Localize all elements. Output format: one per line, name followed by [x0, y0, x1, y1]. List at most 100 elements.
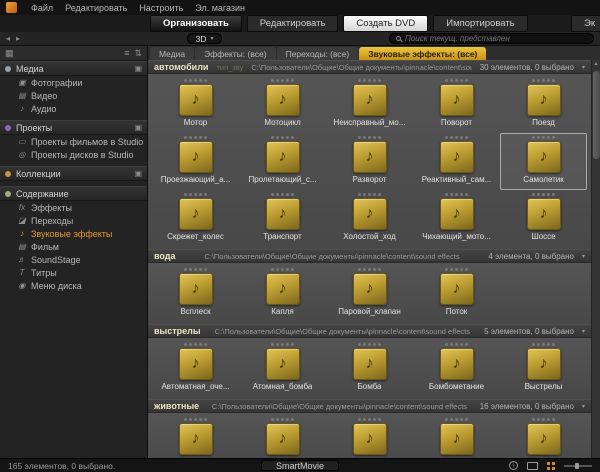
3d-mode-button[interactable]: 3D ▾	[187, 33, 223, 44]
rating-stars	[445, 79, 468, 82]
sidebar-item[interactable]: TТитры	[0, 266, 147, 279]
sound-effect-tile[interactable]: ♪Проезжающий_а...	[152, 133, 239, 190]
sound-effect-tile[interactable]: ♪Поворот	[413, 76, 500, 133]
sound-effect-tile[interactable]: ♪Автоматная_оче...	[152, 340, 239, 397]
star-icon	[532, 418, 535, 421]
library-tab[interactable]: Медиа	[150, 47, 194, 60]
back-arrow-icon[interactable]: ◂	[6, 35, 10, 43]
sound-effect-tile[interactable]: ♪	[152, 415, 239, 458]
chevron-down-icon: ▾	[210, 35, 213, 42]
collapse-arrow-icon[interactable]: ▾	[582, 253, 585, 260]
sound-effect-tile[interactable]: ♪Разворот	[326, 133, 413, 190]
sidebar-item[interactable]: ◎Проекты дисков в Studio	[0, 148, 147, 161]
sound-effect-tile[interactable]: ♪Паровой_клапан	[326, 265, 413, 322]
sidebar-item[interactable]: ♪Аудио	[0, 102, 147, 115]
search-box[interactable]	[389, 33, 594, 44]
sound-effect-tile[interactable]: ♪Мотоцикл	[239, 76, 326, 133]
sort-icon[interactable]: ⇅	[134, 48, 142, 59]
menu-item[interactable]: Эл. магазин	[189, 3, 251, 13]
library-groups: автомобилитип_звуC:\Пользователи\Общие\О…	[148, 60, 591, 458]
star-icon	[358, 268, 361, 271]
main-mode-tab[interactable]: Создать DVD	[343, 15, 428, 32]
sound-effect-tile[interactable]: ♪Транспорт	[239, 190, 326, 247]
star-icon	[373, 418, 376, 421]
audio-icon: ♪	[17, 104, 27, 113]
scroll-up-icon[interactable]: ▲	[592, 60, 600, 69]
sound-effect-tile[interactable]: ♪Неисправный_мо...	[326, 76, 413, 133]
sound-effect-tile[interactable]: ♪Капля	[239, 265, 326, 322]
sound-effect-tile[interactable]: ♪Холостой_ход	[326, 190, 413, 247]
smartmovie-button[interactable]: SmartMovie	[261, 460, 339, 471]
rating-stars	[184, 418, 207, 421]
sound-effect-tile[interactable]: ♪	[326, 415, 413, 458]
forward-arrow-icon[interactable]: ▸	[16, 35, 20, 43]
sound-effect-tile[interactable]: ♪Мотор	[152, 76, 239, 133]
sound-effect-tile[interactable]: ♪Поезд	[500, 76, 587, 133]
grid-view-icon[interactable]	[547, 462, 550, 465]
sound-effect-tile[interactable]: ♪Бомба	[326, 340, 413, 397]
library-tab[interactable]: Звуковые эффекты: (все)	[359, 47, 486, 60]
main-mode-tab[interactable]: Импортировать	[433, 15, 527, 32]
menu-item[interactable]: Настроить	[133, 3, 189, 13]
search-input[interactable]	[405, 34, 587, 43]
star-icon	[547, 136, 550, 139]
tree-section-header[interactable]: Коллекции▣	[0, 166, 147, 181]
group-header[interactable]: водаC:\Пользователи\Общие\Общие документ…	[148, 249, 591, 263]
sidebar-item[interactable]: fxЭффекты	[0, 201, 147, 214]
sidebar-item[interactable]: ▣Фотографии	[0, 76, 147, 89]
tree-section-header[interactable]: Медиа▣	[0, 61, 147, 76]
info-icon[interactable]: i	[509, 461, 518, 470]
sound-effect-tile[interactable]: ♪Самолетик	[500, 133, 587, 190]
sound-effect-tile[interactable]: ♪	[413, 415, 500, 458]
main-mode-tab[interactable]: Эк	[571, 15, 600, 32]
rating-stars	[271, 418, 294, 421]
audio-clip-icon: ♪	[440, 348, 474, 380]
transitions-icon: ◪	[17, 216, 27, 225]
sound-effect-tile[interactable]: ♪Выстрелы	[500, 340, 587, 397]
sound-effect-tile[interactable]: ♪Скрежет_колес	[152, 190, 239, 247]
sidebar-item[interactable]: ◉Меню диска	[0, 279, 147, 292]
sound-effect-tile[interactable]: ♪Атомная_бомба	[239, 340, 326, 397]
main-mode-tab[interactable]: Редактировать	[247, 15, 339, 32]
tree-section-header[interactable]: Проекты▣	[0, 120, 147, 135]
collapse-arrow-icon[interactable]: ▾	[582, 328, 585, 335]
sound-effect-tile[interactable]: ♪Всплеск	[152, 265, 239, 322]
group-header[interactable]: выстрелыC:\Пользователи\Общие\Общие доку…	[148, 324, 591, 338]
group-title: автомобили	[154, 62, 208, 72]
sidebar-item[interactable]: ▭Проекты фильмов в Studio	[0, 135, 147, 148]
view-mode-icon[interactable]: ▦	[5, 48, 14, 59]
status-count-label: 165 элементов, 0 выбрано.	[8, 461, 115, 471]
star-icon	[445, 136, 448, 139]
library-tab[interactable]: Эффекты: (все)	[195, 47, 275, 60]
rating-stars	[445, 418, 468, 421]
main-mode-tab[interactable]: Организовать	[150, 15, 242, 32]
list-view-icon[interactable]: ≡	[124, 48, 129, 59]
sound-effect-tile[interactable]: ♪Бомбометание	[413, 340, 500, 397]
menu-item[interactable]: Файл	[25, 3, 59, 13]
star-icon	[537, 79, 540, 82]
sound-effect-tile[interactable]: ♪	[239, 415, 326, 458]
tree-section-header[interactable]: Содержание	[0, 186, 147, 201]
audio-clip-icon: ♪	[179, 84, 213, 116]
library-tab[interactable]: Переходы: (все)	[277, 47, 359, 60]
collapse-arrow-icon[interactable]: ▾	[582, 403, 585, 410]
sound-effect-tile[interactable]: ♪Пролетающий_с...	[239, 133, 326, 190]
collapse-arrow-icon[interactable]: ▾	[582, 64, 585, 71]
scrollbar-thumb[interactable]	[593, 71, 600, 159]
sound-effect-tile[interactable]: ♪Чихающий_мото...	[413, 190, 500, 247]
sidebar-item[interactable]: ▤Видео	[0, 89, 147, 102]
sidebar-item[interactable]: ◪Переходы	[0, 214, 147, 227]
sound-effect-tile[interactable]: ♪	[500, 415, 587, 458]
sound-effect-tile[interactable]: ♪Шоссе	[500, 190, 587, 247]
display-icon[interactable]	[527, 462, 538, 470]
sidebar-item[interactable]: ♪Звуковые эффекты	[0, 227, 147, 240]
scrollbar[interactable]: ▲	[591, 60, 600, 458]
sidebar-item[interactable]: ♬SoundStage	[0, 253, 147, 266]
sound-effect-tile[interactable]: ♪Поток	[413, 265, 500, 322]
sound-effect-tile[interactable]: ♪Реактивный_сам...	[413, 133, 500, 190]
group-header[interactable]: животныеC:\Пользователи\Общие\Общие доку…	[148, 399, 591, 413]
sidebar-item[interactable]: ▤Фильм	[0, 240, 147, 253]
thumbnail-size-slider[interactable]	[564, 465, 592, 467]
group-header[interactable]: автомобилитип_звуC:\Пользователи\Общие\О…	[148, 60, 591, 74]
menu-item[interactable]: Редактировать	[59, 3, 133, 13]
